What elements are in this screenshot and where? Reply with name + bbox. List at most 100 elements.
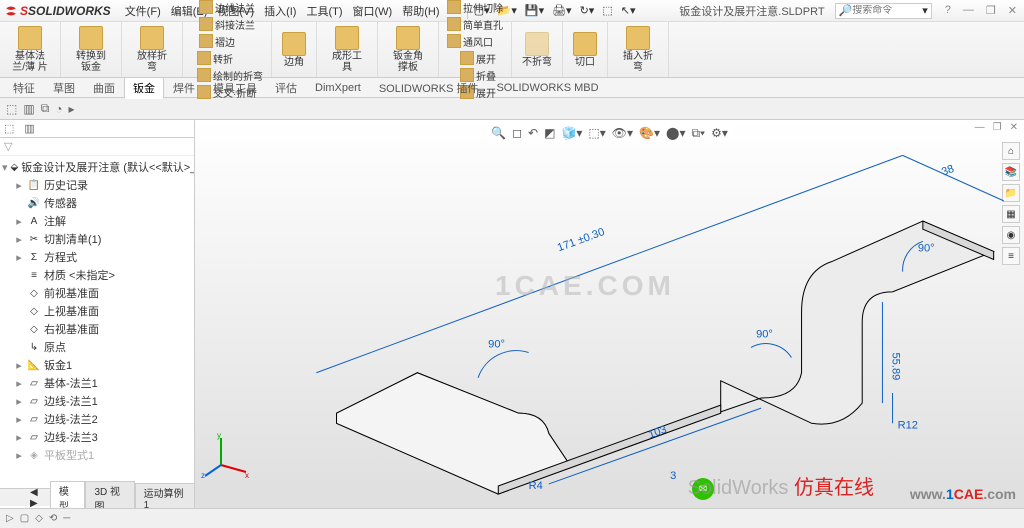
svg-text:z: z <box>201 471 205 480</box>
svg-text:103: 103 <box>647 424 669 442</box>
svg-text:y: y <box>217 431 221 440</box>
cmd-tab-7[interactable]: DimXpert <box>306 79 370 97</box>
svg-text:38: 38 <box>940 163 956 179</box>
simple-hole-button[interactable]: 简单直孔 <box>445 16 505 33</box>
tree-item-2[interactable]: ▸A注解 <box>0 212 194 230</box>
base-flange-button[interactable]: 基体法 兰/薄 片 <box>6 24 54 75</box>
no-bend-button[interactable]: 不折弯 <box>518 30 556 70</box>
tree-item-15[interactable]: ▸◈平板型式1 <box>0 446 194 464</box>
menu-help[interactable]: 帮助(H) <box>398 1 443 21</box>
edge-flange-button[interactable]: 边线法兰 <box>197 0 257 16</box>
watermark-url: www.1CAE.com <box>910 486 1016 502</box>
unfold-button[interactable]: 展开 <box>458 50 498 67</box>
tree-dim-icon[interactable]: ◔ <box>55 102 62 116</box>
command-tabs: 特征草图曲面钣金焊件模具工具评估DimXpertSOLIDWORKS 插件SOL… <box>0 78 1024 98</box>
tree-item-1[interactable]: 🔊传感器 <box>0 194 194 212</box>
cmd-tab-5[interactable]: 模具工具 <box>204 77 266 99</box>
tree-item-13[interactable]: ▸▱边线-法兰2 <box>0 410 194 428</box>
menu-tools[interactable]: 工具(T) <box>302 1 346 21</box>
hem-button[interactable]: 褶边 <box>197 33 257 50</box>
minimize-icon[interactable]: — <box>960 4 977 17</box>
cmd-tab-2[interactable]: 曲面 <box>84 77 124 99</box>
lofted-bend-button[interactable]: 放样折 弯 <box>128 24 176 75</box>
cmd-tab-6[interactable]: 评估 <box>266 77 306 99</box>
tree-item-0[interactable]: ▸📋历史记录 <box>0 176 194 194</box>
svg-text:171 ±0.30: 171 ±0.30 <box>556 226 606 254</box>
graphics-area[interactable]: 🔍 ◻ ↶ ◩ 🧊▾ ⬚▾ 👁▾ 🎨▾ ⬤▾ ⧉▾ ⚙▾ — ❐ ✕ ⌂ 📚 📁… <box>195 120 1024 508</box>
save-icon[interactable]: 💾▾ <box>523 2 546 19</box>
convert-button[interactable]: 转换到 钣金 <box>67 24 115 75</box>
app-logo: SSOLIDWORKS <box>4 4 111 18</box>
insert-bends-button[interactable]: 插入折 弯 <box>614 24 662 75</box>
tree-item-7[interactable]: ◇上视基准面 <box>0 302 194 320</box>
model-render: 171 ±0.30 38 90° 90° 90° 103 R4 R12 55.8… <box>195 120 1024 508</box>
svg-text:3: 3 <box>670 470 676 482</box>
print-icon[interactable]: 🖨▾ <box>550 2 574 19</box>
miter-flange-button[interactable]: 斜接法兰 <box>197 16 257 33</box>
tree-feature-icon[interactable]: ⬚ <box>6 102 17 116</box>
status-icon3[interactable]: ◇ <box>35 513 43 524</box>
tree-config-icon[interactable]: ⧉ <box>41 101 50 116</box>
search-input[interactable] <box>852 5 922 16</box>
options-icon[interactable]: ⬚ <box>600 2 614 19</box>
svg-text:90°: 90° <box>756 328 773 340</box>
ribbon-sheet-metal: 基体法 兰/薄 片 转换到 钣金 放样折 弯 边线法兰 斜接法兰 褶边 转折 绘… <box>0 22 1024 78</box>
tree-item-8[interactable]: ◇右视基准面 <box>0 320 194 338</box>
solidworks-icon <box>4 4 18 18</box>
cmd-tab-4[interactable]: 焊件 <box>164 77 204 99</box>
tree-item-9[interactable]: ↳原点 <box>0 338 194 356</box>
select-icon[interactable]: ↖▾ <box>619 2 638 19</box>
orientation-triad[interactable]: x y z <box>201 430 251 480</box>
cmd-tab-8[interactable]: SOLIDWORKS 插件 <box>370 77 488 99</box>
tree-item-12[interactable]: ▸▱边线-法兰1 <box>0 392 194 410</box>
tree-exp-icon[interactable]: ▸ <box>69 102 75 116</box>
tree-item-5[interactable]: ≡材质 <未指定> <box>0 266 194 284</box>
tree-prop-icon[interactable]: ▥ <box>23 102 34 116</box>
watermark-brand: SolidWorks 仿真在线 <box>688 471 874 500</box>
help-icon[interactable]: ? <box>942 4 954 17</box>
tree-item-6[interactable]: ◇前视基准面 <box>0 284 194 302</box>
vent-button[interactable]: 通风口 <box>445 33 505 50</box>
menu-file[interactable]: 文件(F) <box>121 1 165 21</box>
rip-button[interactable]: 切口 <box>569 30 601 70</box>
menu-insert[interactable]: 插入(I) <box>260 1 300 21</box>
gusset-button[interactable]: 钣金角 撑板 <box>384 24 432 75</box>
svg-text:R4: R4 <box>529 480 543 492</box>
tree-item-11[interactable]: ▸▱基体-法兰1 <box>0 374 194 392</box>
cmd-tab-9[interactable]: SOLIDWORKS MBD <box>487 79 607 97</box>
status-icon4[interactable]: ⟲ <box>49 513 57 524</box>
cmd-tab-3[interactable]: 钣金 <box>124 77 164 99</box>
search-icon: 🔎 <box>839 4 853 17</box>
cmd-tab-1[interactable]: 草图 <box>44 77 84 99</box>
tree-item-4[interactable]: ▸Σ方程式 <box>0 248 194 266</box>
tree-tab-icon2[interactable]: ▥ <box>24 122 34 135</box>
tree-item-10[interactable]: ▸📐钣金1 <box>0 356 194 374</box>
watermark-center: 1CAE.COM <box>495 270 675 302</box>
status-icon[interactable]: ▷ <box>6 513 14 524</box>
tree-item-14[interactable]: ▸▱边线-法兰3 <box>0 428 194 446</box>
feature-toolbar: ⬚ ▥ ⧉ ◔ ▸ <box>0 98 1024 120</box>
feature-tree[interactable]: ▾⬙钣金设计及展开注意 (默认<<默认>_显示状态 1 ▸📋历史记录🔊传感器▸A… <box>0 156 194 508</box>
corners-button[interactable]: 边角 <box>278 30 310 70</box>
jog-button[interactable]: 转折 <box>195 50 265 67</box>
tree-tab-icon[interactable]: ⬚ <box>4 122 14 135</box>
cmd-tab-0[interactable]: 特征 <box>4 77 44 99</box>
tree-item-3[interactable]: ▸✂切割清单(1) <box>0 230 194 248</box>
status-icon5[interactable]: ─ <box>63 513 70 524</box>
menu-window[interactable]: 窗口(W) <box>349 1 397 21</box>
command-search[interactable]: 🔎 ▾ <box>835 3 932 19</box>
main-menu: 文件(F) 编辑(E) 视图(V) 插入(I) 工具(T) 窗口(W) 帮助(H… <box>121 1 463 21</box>
rebuild-icon[interactable]: ↻▾ <box>578 2 597 19</box>
motion-tabs: ◀ ▶模型3D 视图运动算例 1 <box>0 488 195 506</box>
restore-icon[interactable]: ❐ <box>983 4 999 17</box>
svg-text:90°: 90° <box>488 338 505 350</box>
filter-icon[interactable]: ▽ <box>4 141 12 153</box>
search-dropdown-icon[interactable]: ▾ <box>922 4 928 17</box>
tree-root[interactable]: ▾⬙钣金设计及展开注意 (默认<<默认>_显示状态 1 <box>0 158 194 176</box>
extrude-cut-button[interactable]: 拉伸切除 <box>445 0 505 16</box>
svg-text:55.89: 55.89 <box>890 353 902 381</box>
forming-tool-button[interactable]: 成形工 具 <box>323 24 371 75</box>
close-icon[interactable]: ✕ <box>1005 4 1020 17</box>
svg-text:x: x <box>245 471 249 480</box>
status-icon2[interactable]: ▢ <box>20 513 29 524</box>
